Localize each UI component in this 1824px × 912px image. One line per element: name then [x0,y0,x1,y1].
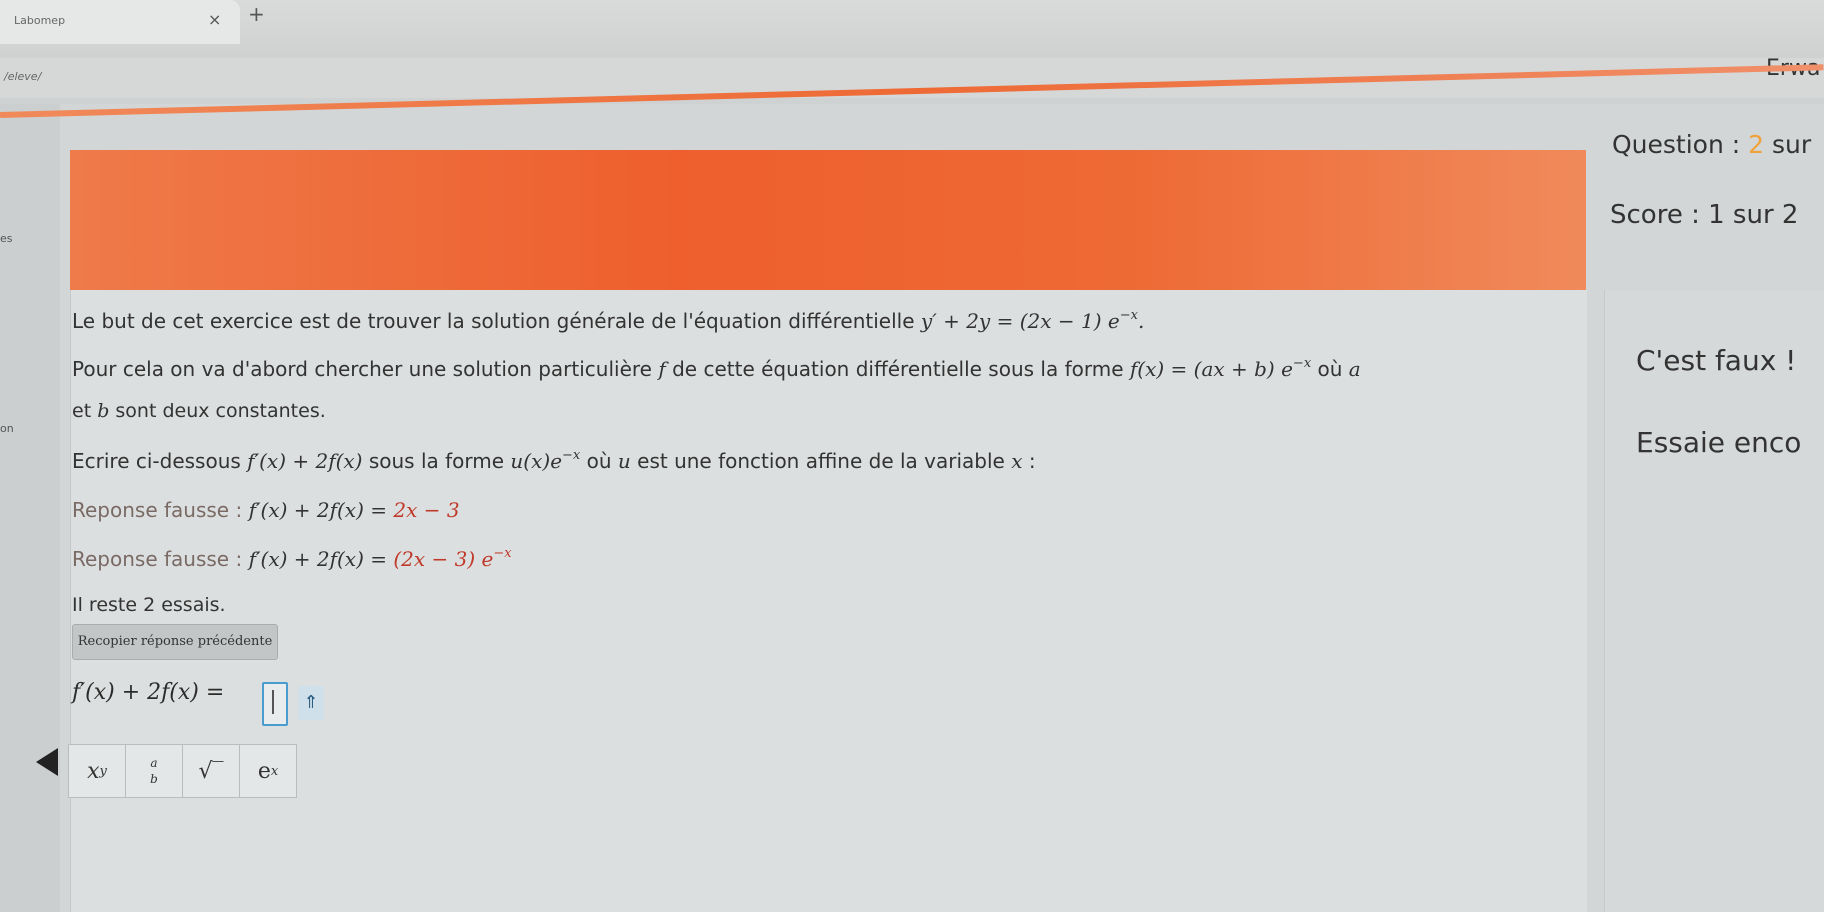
form-text-b: de cette équation différentielle sous la… [672,357,1124,381]
form-text-c: où [1317,357,1343,381]
browser-tab[interactable]: Labomep × [0,0,240,44]
instruction-text-c: où [586,449,612,473]
instruction-expression: f′(x) + 2f(x) [247,449,363,473]
feedback-column [1604,290,1824,912]
instruction-text-d: est une fonction affine de la variable [637,449,1005,473]
expand-icon[interactable]: ⇑ [298,686,324,720]
attempt-label: Reponse fausse : [72,547,243,571]
browser-top-bar: Labomep × + [0,0,1824,60]
question-counter: Question : 2 sur [1612,130,1811,159]
attempt-label: Reponse fausse : [72,498,243,522]
answer-input[interactable] [262,682,288,726]
question-prefix: Question : [1612,130,1741,159]
sqrt-button[interactable]: √‾ [183,745,240,797]
attempt-value: 2x − 3 [393,498,460,522]
constants-line: et b sont deux constantes. [72,400,326,422]
remaining-attempts: Il reste 2 essais. [72,594,226,616]
answer-lhs: f′(x) + 2f(x) = [72,680,225,705]
left-sidebar [0,104,60,912]
function-name: f [658,357,666,381]
particular-form: f(x) = (ax + b) e−x [1129,356,1312,381]
score-label: Score : 1 sur 2 [1610,200,1799,230]
question-suffix: sur [1772,130,1812,159]
question-number: 2 [1748,130,1765,159]
attempt-lhs: f′(x) + 2f(x) = [248,547,388,571]
function-u: u [617,449,631,473]
constant-b: b [97,400,110,422]
fraction-button[interactable]: ab [126,745,183,797]
text-caret [272,690,274,714]
feedback-retry: Essaie enco [1636,426,1802,459]
new-tab-icon[interactable]: + [248,2,265,26]
attempt-value: (2x − 3) e−x [393,546,512,571]
intro-line: Le but de cet exercice est de trouver la… [72,308,1144,333]
wrong-attempt: Reponse fausse : f′(x) + 2f(x) = (2x − 3… [72,546,512,571]
form-text-a: Pour cela on va d'abord chercher une sol… [72,357,652,381]
instruction-colon: : [1028,449,1036,473]
differential-equation: y′ + 2y = (2x − 1) e−x. [920,308,1145,333]
constant-a: a [1348,357,1361,381]
instruction-text-a: Ecrire ci-dessous [72,449,241,473]
title-banner [70,150,1586,296]
math-toolbar: xy ab √‾ ex [68,744,297,798]
target-form: u(x)e−x [510,448,581,473]
toolbar-collapse-icon[interactable] [36,748,58,776]
power-button[interactable]: xy [69,745,126,797]
url-text: /eleve/ [4,70,42,83]
instruction-text-b: sous la forme [368,449,505,473]
close-tab-icon[interactable]: × [208,10,221,29]
intro-text: Le but de cet exercice est de trouver la… [72,309,915,333]
sidebar-fragment: on [0,422,14,435]
instruction-line: Ecrire ci-dessous f′(x) + 2f(x) sous la … [72,448,1036,473]
feedback-wrong: C'est faux ! [1636,344,1797,377]
copy-previous-answer-button[interactable]: Recopier réponse précédente [72,624,278,660]
sidebar-fragment: es [0,232,13,245]
exercise-panel [70,290,1587,912]
constants-text: sont deux constantes. [115,400,326,422]
tab-title: Labomep [14,14,66,27]
exponential-button[interactable]: ex [240,745,296,797]
form-line: Pour cela on va d'abord chercher une sol… [72,356,1361,381]
attempt-lhs: f′(x) + 2f(x) = [248,498,388,522]
variable-x: x [1011,449,1023,473]
wrong-attempt: Reponse fausse : f′(x) + 2f(x) = 2x − 3 [72,498,460,522]
